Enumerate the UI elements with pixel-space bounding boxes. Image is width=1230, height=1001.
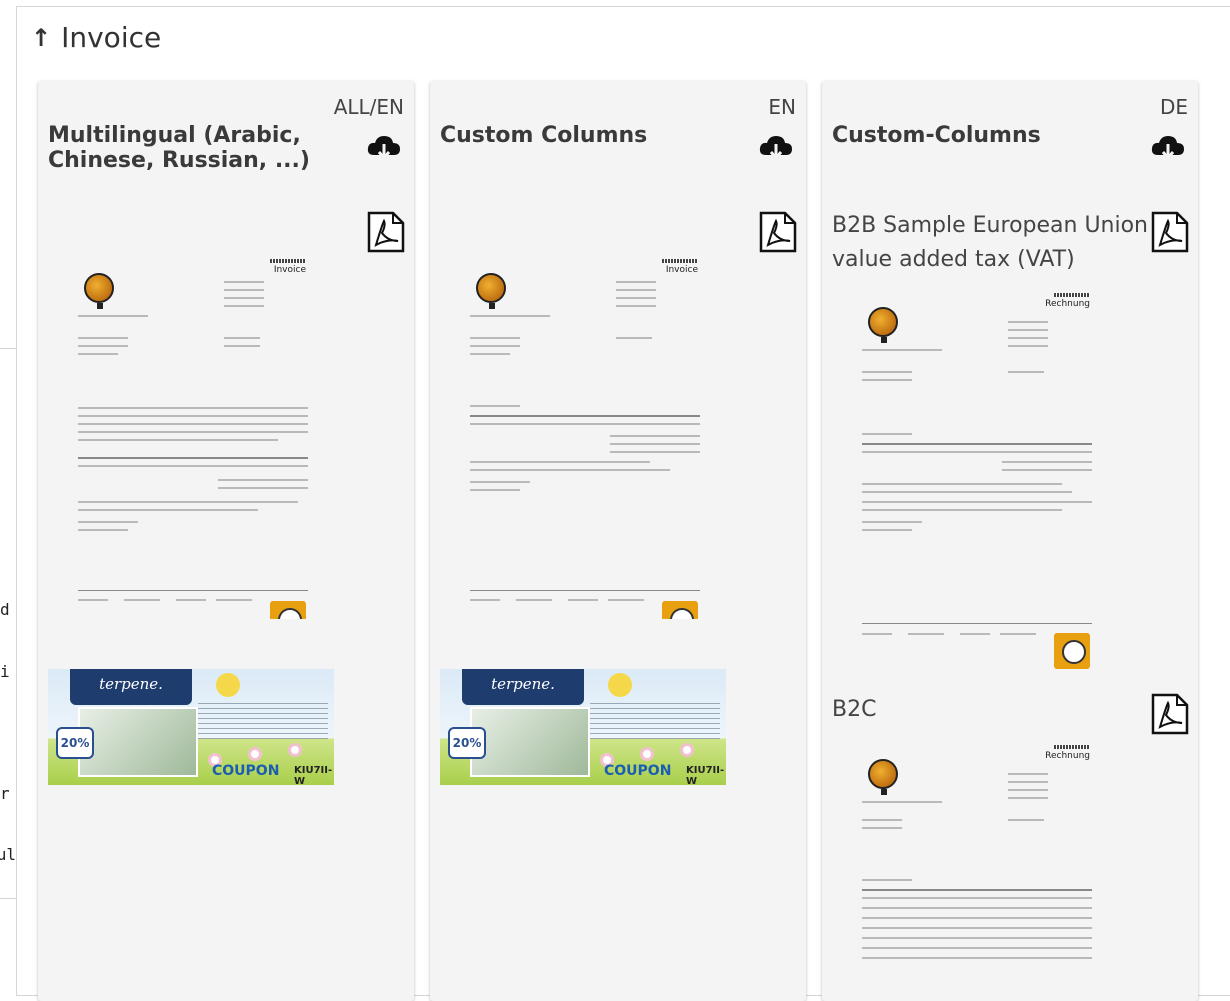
invoice-preview[interactable]: Invoice	[48, 259, 314, 619]
coupon-discount: 20%	[56, 727, 94, 759]
background-text: r	[0, 784, 10, 803]
invoice-preview[interactable]: Rechnung	[832, 745, 1098, 971]
coupon-sun	[216, 673, 240, 697]
coupon-banner: terpene. 20% COUPON KIU7II-W	[48, 669, 334, 785]
invoice-preview[interactable]: Invoice	[440, 259, 706, 619]
pdf-icon[interactable]	[1150, 211, 1190, 253]
template-card: ALL/EN Multilingual (Arabic, Chinese, Ru…	[38, 81, 414, 1001]
coupon-discount: 20%	[448, 727, 486, 759]
barcode	[662, 259, 698, 263]
coupon-word: COUPON	[604, 763, 672, 779]
pdf-icon[interactable]	[1150, 693, 1190, 735]
document-label: B2B Sample European Union value added ta…	[832, 213, 1149, 272]
coupon-photo	[470, 707, 590, 777]
section-header[interactable]: ↑ Invoice	[31, 21, 161, 54]
background-text: i	[0, 662, 10, 681]
section-title: Invoice	[61, 21, 162, 54]
divider	[0, 898, 16, 899]
coupon-photo	[78, 707, 198, 777]
language-label: ALL/EN	[333, 95, 404, 119]
preview-heading: Invoice	[665, 265, 698, 275]
arrow-up-icon[interactable]: ↑	[31, 24, 51, 52]
footer-logo	[662, 601, 698, 619]
language-label: DE	[1159, 95, 1188, 119]
globe-logo	[84, 273, 114, 309]
preview-heading: Rechnung	[1045, 299, 1090, 309]
background-text: ul	[0, 845, 16, 864]
pdf-icon[interactable]	[758, 211, 798, 253]
globe-logo	[868, 307, 898, 343]
coupon-code: KIU7II-W	[294, 765, 333, 785]
card-title: Multilingual (Arabic, Chinese, Russian, …	[48, 123, 310, 173]
cloud-download-icon[interactable]	[758, 133, 794, 163]
preview-heading: Rechnung	[1045, 751, 1090, 761]
template-card: EN Custom Columns Invoice terpene. 20% C…	[430, 81, 806, 1001]
barcode	[1054, 293, 1090, 297]
preview-header: Invoice	[662, 259, 698, 275]
divider	[0, 348, 16, 349]
barcode	[1054, 745, 1090, 749]
background-text: d	[0, 600, 10, 619]
template-card: DE Custom-Columns B2B Sample European Un…	[822, 81, 1198, 1001]
pdf-icon[interactable]	[366, 211, 406, 253]
document-label: B2C	[832, 697, 877, 722]
preview-header: Rechnung	[1045, 293, 1090, 309]
coupon-banner: terpene. 20% COUPON KIU7II-W	[440, 669, 726, 785]
cloud-download-icon[interactable]	[366, 133, 402, 163]
card-title: Custom Columns	[440, 123, 648, 148]
invoice-preview[interactable]: Rechnung	[832, 293, 1098, 673]
cloud-download-icon[interactable]	[1150, 133, 1186, 163]
footer-logo	[1054, 633, 1090, 669]
preview-header: Rechnung	[1045, 745, 1090, 761]
invoice-templates-panel: ↑ Invoice ALL/EN Multilingual (Arabic, C…	[16, 6, 1230, 1001]
card-title: Custom-Columns	[832, 123, 1041, 148]
coupon-word: COUPON	[212, 763, 280, 779]
barcode	[270, 259, 306, 263]
preview-heading: Invoice	[273, 265, 306, 275]
coupon-text	[198, 699, 328, 739]
globe-logo	[868, 759, 898, 795]
coupon-sun	[608, 673, 632, 697]
coupon-brand: terpene.	[70, 669, 192, 705]
coupon-text	[590, 699, 720, 739]
globe-logo	[476, 273, 506, 309]
footer-logo	[270, 601, 306, 619]
coupon-code: KIU7II-W	[686, 765, 725, 785]
preview-header: Invoice	[270, 259, 306, 275]
language-label: EN	[768, 95, 796, 119]
background-page: d i r ul	[0, 0, 16, 970]
coupon-brand: terpene.	[462, 669, 584, 705]
